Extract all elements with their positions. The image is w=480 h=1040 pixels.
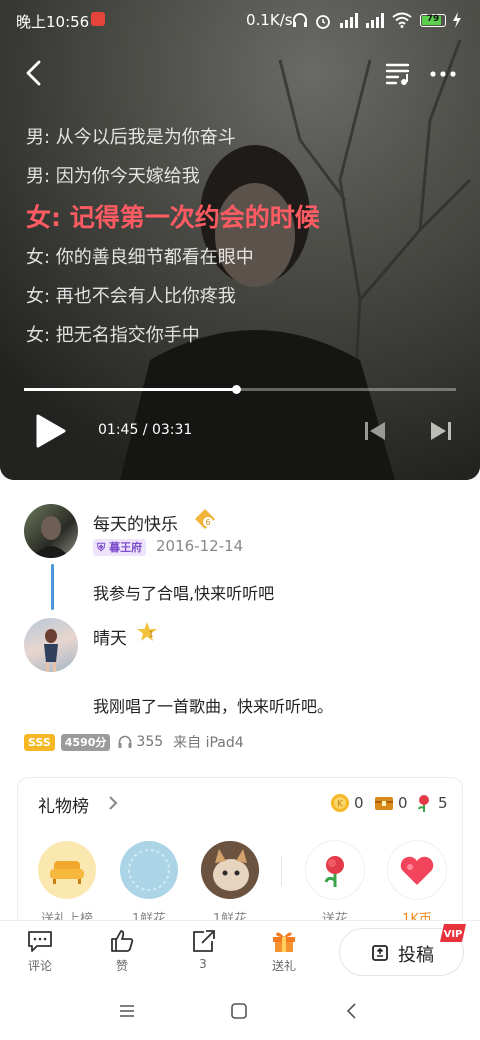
bottom-action-bar: 评论 赞 3 送礼 投稿 — [0, 920, 480, 982]
lyric-line: 男: 因为你今天嫁给我 — [26, 166, 200, 187]
comment-tab[interactable]: 评论 — [10, 929, 70, 974]
partner-avatar[interactable] — [24, 618, 78, 672]
battery-level: 79 — [426, 14, 440, 24]
share-count: 3 — [199, 957, 207, 971]
gift-divider — [281, 856, 282, 886]
previous-track-icon[interactable] — [362, 418, 388, 444]
chest-count: 0 — [398, 794, 408, 812]
playback-time: 01:45 / 03:31 — [98, 422, 193, 438]
partner-name[interactable]: 晴天 — [93, 624, 127, 649]
back-icon[interactable] — [343, 1002, 361, 1020]
signal-icon-2 — [366, 13, 384, 28]
lyric-line: 女: 把无名指交你手中 — [26, 325, 200, 344]
coin-icon: K — [331, 794, 349, 812]
gift-leaderboard-card[interactable]: 礼物榜 K 0 0 5 送礼上榜 1鲜花 1 — [18, 778, 462, 938]
home-icon[interactable] — [230, 1002, 248, 1020]
guild-name: 暮王府 — [109, 541, 143, 554]
like-tab[interactable]: 赞 — [92, 929, 152, 974]
status-bar: 晚上10:56 0.1K/s 79 — [0, 0, 480, 40]
like-label: 赞 — [115, 959, 128, 973]
post-content: 每天的快乐 6 ⛨ 暮王府 2016-12-14 我参与了合唱,快来听听吧 晴天… — [0, 480, 480, 938]
user-avatar-image — [120, 841, 178, 899]
author-name[interactable]: 每天的快乐 — [93, 510, 178, 535]
wifi-icon — [392, 12, 412, 28]
flower-icon — [324, 856, 344, 887]
gift-item-user-2[interactable] — [201, 841, 259, 899]
flower-stat: 5 — [414, 793, 448, 813]
rose-icon — [418, 795, 429, 812]
progress-bar[interactable] — [24, 385, 456, 394]
play-icon[interactable] — [32, 412, 68, 450]
rating-badge: SSS — [24, 733, 55, 751]
playlist-icon[interactable] — [384, 60, 412, 88]
submit-label: 投稿 — [398, 945, 434, 966]
thread-connector — [51, 564, 54, 610]
coin-stat: K 0 — [330, 793, 364, 813]
flower-count: 5 — [438, 794, 448, 812]
signal-icon — [340, 13, 358, 28]
coin-count: 0 — [354, 794, 364, 812]
headphones-icon — [118, 735, 132, 748]
back-arrow-icon[interactable] — [20, 58, 50, 88]
lyrics-panel[interactable]: 男: 从今以后我是为你奋斗 男: 因为你今天嫁给我女: 记得第一次约会的时候女: … — [26, 122, 446, 344]
partner-level-medal-icon: 1 — [137, 622, 157, 641]
system-nav-bar — [0, 982, 480, 1040]
alarm-icon — [316, 15, 330, 29]
play-count: 355 — [136, 734, 164, 750]
notification-app-icon — [91, 12, 105, 26]
vip-label: VIP — [444, 929, 463, 940]
menu-icon[interactable] — [118, 1002, 136, 1020]
status-time: 晚上10:56 — [16, 13, 90, 31]
post-meta: SSS 4590分 355 来自 iPad4 — [24, 733, 244, 751]
heart-gift-icon — [400, 856, 434, 885]
thumbs-up-icon — [111, 930, 134, 952]
more-options-icon[interactable] — [428, 60, 458, 88]
lyric-line-active: 女: 记得第一次约会的时候 — [26, 203, 320, 232]
next-track-icon[interactable] — [428, 418, 454, 444]
chest-stat: 0 — [374, 793, 408, 813]
guild-badge[interactable]: ⛨ 暮王府 — [93, 539, 147, 556]
gift-leaderboard-title[interactable]: 礼物榜 — [38, 792, 89, 817]
author-message: 我参与了合唱,快来听听吧 — [93, 584, 275, 603]
share-tab[interactable]: 3 — [173, 929, 233, 971]
svg-text:1: 1 — [148, 630, 153, 639]
player-panel: 晚上10:56 0.1K/s 79 男: 从今以后我是为你奋斗 男: 因为你今天嫁… — [0, 0, 480, 480]
gift-tab[interactable]: 送礼 — [254, 929, 314, 974]
gift-item-send[interactable] — [38, 841, 96, 899]
share-icon — [193, 930, 215, 952]
gift-item-user-1[interactable] — [120, 841, 178, 899]
treasure-chest-icon — [375, 797, 393, 810]
send-kcoin-button[interactable] — [388, 841, 446, 899]
headphone-icon — [293, 13, 307, 27]
partner-message: 我刚唱了一首歌曲，快来听听吧。 — [93, 697, 334, 716]
network-speed: 0.1K/s — [246, 11, 293, 29]
progress-knob[interactable] — [231, 385, 241, 394]
source-device: 来自 iPad4 — [173, 735, 244, 751]
submit-icon — [372, 945, 388, 961]
guild-shield-icon: ⛨ — [97, 541, 110, 554]
sofa-icon — [50, 861, 84, 884]
battery-icon: 79 — [420, 14, 446, 27]
score-badge: 4590分 — [60, 733, 111, 751]
chevron-right-icon[interactable] — [107, 795, 119, 811]
lyric-line: 女: 再也不会有人比你疼我 — [26, 286, 236, 307]
lyric-line: 女: 你的善良细节都看在眼中 — [26, 247, 254, 268]
comment-icon — [28, 931, 52, 952]
cat-avatar-image — [201, 841, 259, 899]
gift-label: 送礼 — [271, 959, 296, 973]
vip-badge: VIP — [440, 924, 466, 942]
comment-label: 评论 — [27, 959, 52, 973]
charging-icon — [453, 12, 461, 28]
author-avatar[interactable] — [24, 504, 78, 558]
svg-text:6: 6 — [205, 518, 210, 527]
gift-box-icon — [273, 932, 295, 952]
lyric-line: 男: 从今以后我是为你奋斗 — [26, 127, 236, 148]
post-date: 2016-12-14 — [156, 537, 244, 555]
progress-fill — [24, 388, 236, 391]
send-flower-button[interactable] — [306, 841, 364, 899]
level-medal-icon: 6 — [195, 509, 215, 529]
